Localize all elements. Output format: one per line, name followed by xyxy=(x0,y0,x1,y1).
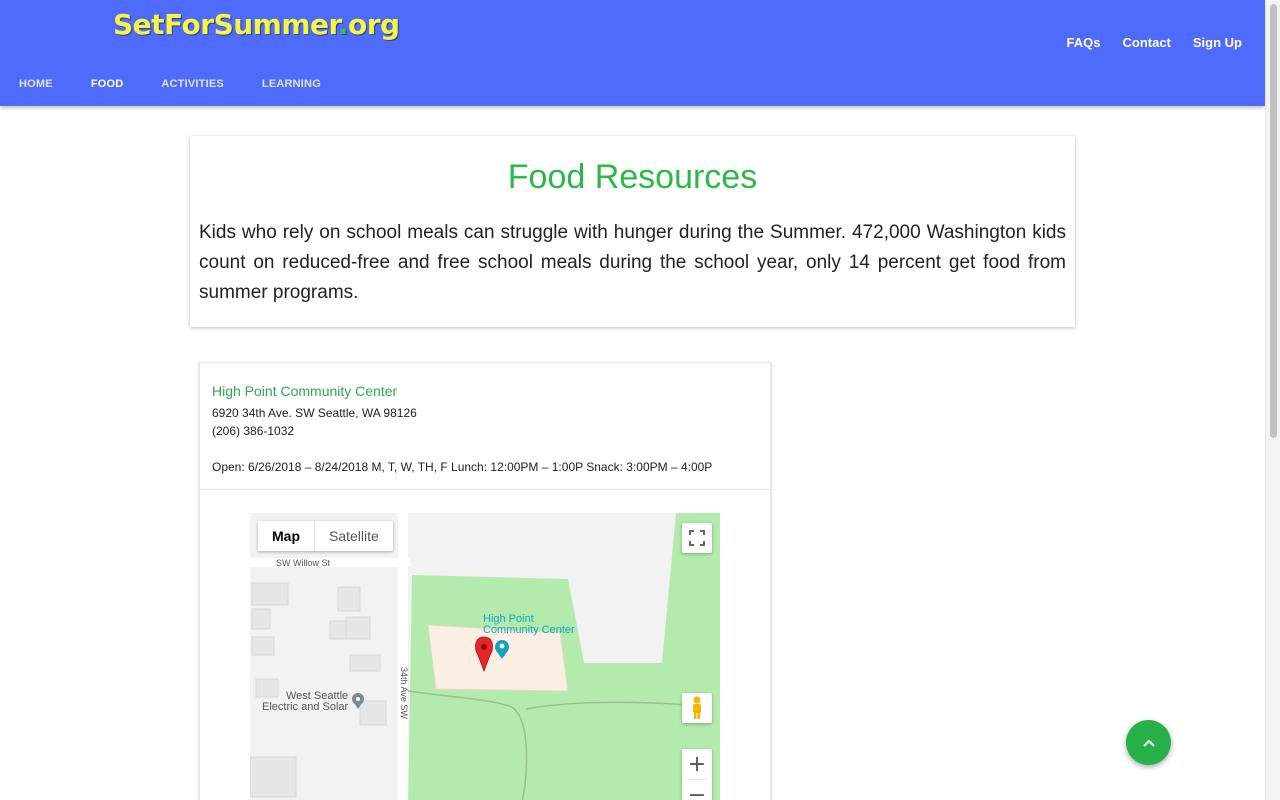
zoom-control: + − xyxy=(682,749,712,800)
nav-learning[interactable]: LEARNING xyxy=(243,78,340,90)
location-card: High Point Community Center 6920 34th Av… xyxy=(199,362,771,800)
street-label-willow: SW Willow St xyxy=(276,558,330,568)
page-scrollbar[interactable] xyxy=(1265,0,1280,800)
map-type-map-button[interactable]: Map xyxy=(258,521,314,551)
place-label-line2: Community Center xyxy=(483,624,575,636)
location-map[interactable]: SW Willow St 34th Ave SW High Point Comm… xyxy=(250,513,720,800)
map-type-control: Map Satellite xyxy=(258,521,393,551)
fullscreen-button[interactable] xyxy=(682,523,712,553)
pegman-icon xyxy=(693,696,701,719)
site-logo[interactable]: SetForSummer.org xyxy=(113,8,400,41)
nav-home[interactable]: HOME xyxy=(0,78,72,90)
nav-food[interactable]: FOOD xyxy=(72,78,143,90)
sign-up-link[interactable]: Sign Up xyxy=(1182,35,1253,50)
contact-link[interactable]: Contact xyxy=(1112,35,1182,50)
scrollbar-thumb[interactable] xyxy=(1270,4,1277,438)
chevron-up-icon xyxy=(1142,739,1155,747)
site-header: SetForSummer.org FAQs Contact Sign Up HO… xyxy=(0,0,1265,106)
location-address: 6920 34th Ave. SW Seattle, WA 98126 xyxy=(212,406,417,420)
logo-main: SetForSummer xyxy=(113,8,338,41)
street-label-34th: 34th Ave SW xyxy=(399,667,409,719)
location-name[interactable]: High Point Community Center xyxy=(212,383,397,399)
fullscreen-icon xyxy=(689,530,705,546)
page-title: Food Resources xyxy=(507,158,758,196)
logo-tld: org xyxy=(347,8,400,41)
logo-dot: . xyxy=(337,8,349,41)
nav-activities[interactable]: ACTIVITIES xyxy=(142,78,243,90)
divider xyxy=(200,489,770,490)
poi-label-line2: Electric and Solar xyxy=(262,701,349,713)
location-hours: Open: 6/26/2018 – 8/24/2018 M, T, W, TH,… xyxy=(212,460,713,474)
main-nav: HOME FOOD ACTIVITIES LEARNING xyxy=(0,78,340,90)
location-phone: (206) 386-1032 xyxy=(212,424,295,438)
map-canvas xyxy=(250,513,720,800)
intro-card: Food Resources Kids who rely on school m… xyxy=(190,136,1075,327)
zoom-out-button[interactable]: − xyxy=(682,780,712,800)
intro-text: Kids who rely on school meals can strugg… xyxy=(199,222,1066,303)
zoom-in-button[interactable]: + xyxy=(682,749,712,779)
top-links: FAQs Contact Sign Up xyxy=(1056,35,1253,50)
faqs-link[interactable]: FAQs xyxy=(1056,35,1112,50)
back-to-top-button[interactable] xyxy=(1126,720,1171,765)
street-view-button[interactable] xyxy=(682,693,712,723)
map-type-satellite-button[interactable]: Satellite xyxy=(314,521,393,551)
